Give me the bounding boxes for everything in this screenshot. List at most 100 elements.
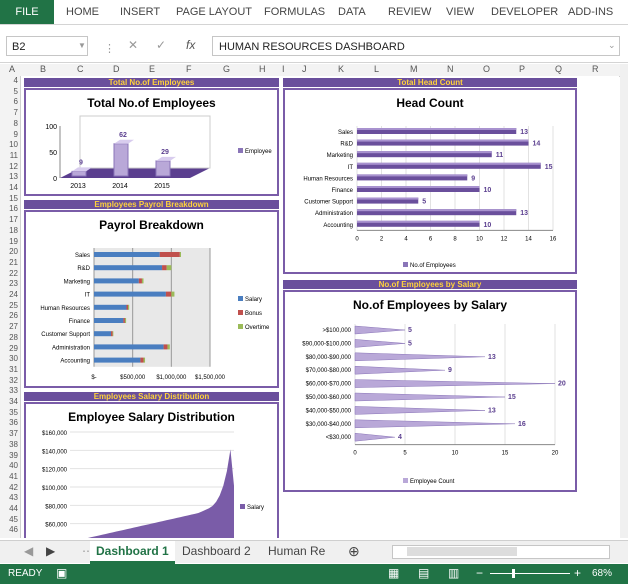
chart-salary-distribution[interactable]: Employee Salary Distribution $160,000 $14… <box>24 402 279 538</box>
zoom-out-icon[interactable]: − <box>476 566 483 580</box>
row-header[interactable]: 30 <box>0 354 18 363</box>
row-header[interactable]: 15 <box>0 194 18 203</box>
tab-home[interactable]: HOME <box>66 6 99 18</box>
tab-page-layout[interactable]: PAGE LAYOUT <box>176 6 252 18</box>
column-header[interactable]: E <box>149 64 155 74</box>
page-layout-view-icon[interactable]: ▤ <box>418 566 429 580</box>
row-header[interactable]: 13 <box>0 172 18 181</box>
column-header[interactable]: P <box>519 64 525 74</box>
sheet-tab-dashboard-1[interactable]: Dashboard 1 <box>90 541 175 564</box>
row-header[interactable]: 44 <box>0 504 18 513</box>
row-header[interactable]: 21 <box>0 258 18 267</box>
zoom-slider[interactable] <box>490 569 570 578</box>
column-header[interactable]: D <box>113 64 120 74</box>
row-header[interactable]: 19 <box>0 237 18 246</box>
column-header[interactable]: O <box>483 64 490 74</box>
formula-input[interactable]: HUMAN RESOURCES DASHBOARD <box>212 36 620 56</box>
horizontal-scroll-thumb[interactable] <box>407 547 517 556</box>
page-break-view-icon[interactable]: ▥ <box>448 566 459 580</box>
row-header[interactable]: 12 <box>0 162 18 171</box>
row-header[interactable]: 4 <box>0 76 18 85</box>
row-header[interactable]: 25 <box>0 301 18 310</box>
row-header[interactable]: 23 <box>0 279 18 288</box>
row-header[interactable]: 26 <box>0 311 18 320</box>
tab-review[interactable]: REVIEW <box>388 6 431 18</box>
row-header[interactable]: 8 <box>0 119 18 128</box>
row-header[interactable]: 46 <box>0 525 18 534</box>
column-header[interactable]: J <box>302 64 307 74</box>
expand-formula-bar-icon[interactable]: ⌄ <box>608 40 616 51</box>
column-header[interactable]: B <box>40 64 46 74</box>
row-header[interactable]: 42 <box>0 483 18 492</box>
zoom-in-icon[interactable]: + <box>574 566 581 580</box>
column-header[interactable]: M <box>410 64 418 74</box>
row-header[interactable]: 35 <box>0 408 18 417</box>
row-header[interactable]: 27 <box>0 322 18 331</box>
column-header[interactable]: L <box>374 64 379 74</box>
row-header[interactable]: 36 <box>0 418 18 427</box>
chart-payroll-breakdown[interactable]: Payrol Breakdown Sales R&D Marketing IT Huma… <box>24 210 279 388</box>
new-sheet-icon[interactable]: ⊕ <box>342 541 366 561</box>
name-box-dropdown-icon[interactable]: ▼ <box>78 41 86 50</box>
name-box[interactable]: B2 <box>6 36 88 56</box>
row-header[interactable]: 11 <box>0 151 18 160</box>
row-header[interactable]: 20 <box>0 247 18 256</box>
row-header[interactable]: 45 <box>0 515 18 524</box>
chart-employees-by-salary[interactable]: No.of Employees by Salary >$100,000 5 $90,… <box>283 290 577 492</box>
file-tab[interactable]: FILE <box>0 0 54 24</box>
tab-data[interactable]: DATA <box>338 6 366 18</box>
row-header[interactable]: 34 <box>0 397 18 406</box>
zoom-level[interactable]: 68% <box>592 568 612 579</box>
scroll-tabs-right-icon[interactable]: ▶ <box>40 541 61 561</box>
column-header[interactable]: C <box>77 64 84 74</box>
row-header[interactable]: 39 <box>0 451 18 460</box>
row-header[interactable]: 29 <box>0 344 18 353</box>
tab-developer[interactable]: DEVELOPER <box>491 6 558 18</box>
row-header[interactable]: 16 <box>0 204 18 213</box>
tab-insert[interactable]: INSERT <box>120 6 160 18</box>
row-header[interactable]: 37 <box>0 429 18 438</box>
row-header[interactable]: 6 <box>0 97 18 106</box>
zoom-slider-thumb[interactable] <box>512 569 515 578</box>
row-header[interactable]: 9 <box>0 130 18 139</box>
chart-total-employees[interactable]: Total No.of Employees 100 50 0 9 2013 62 2014 2… <box>24 88 279 196</box>
normal-view-icon[interactable]: ▦ <box>388 566 399 580</box>
row-header[interactable]: 5 <box>0 87 18 96</box>
column-header[interactable]: F <box>186 64 192 74</box>
worksheet-grid[interactable]: Total No.of Employees Total Head Count E… <box>21 76 619 538</box>
tab-add-ins[interactable]: ADD-INS <box>568 6 613 18</box>
tab-view[interactable]: VIEW <box>446 6 474 18</box>
row-header[interactable]: 14 <box>0 183 18 192</box>
scroll-tabs-left-icon[interactable]: ◀ <box>18 541 39 561</box>
column-header[interactable]: R <box>592 64 599 74</box>
row-header[interactable]: 7 <box>0 108 18 117</box>
row-header[interactable]: 18 <box>0 226 18 235</box>
row-header[interactable]: 28 <box>0 333 18 342</box>
column-header[interactable]: K <box>338 64 344 74</box>
column-header[interactable]: N <box>447 64 454 74</box>
sheet-tab-dashboard-2[interactable]: Dashboard 2 <box>176 541 257 561</box>
chart-head-count[interactable]: Head Count Sales 13 R&D 14 Marketing 11 IT 15 Hu… <box>283 88 577 274</box>
tab-formulas[interactable]: FORMULAS <box>264 6 325 18</box>
column-header[interactable]: G <box>223 64 230 74</box>
row-header[interactable]: 41 <box>0 472 18 481</box>
row-header[interactable]: 43 <box>0 493 18 502</box>
row-header[interactable]: 31 <box>0 365 18 374</box>
column-header[interactable]: H <box>259 64 266 74</box>
column-header[interactable]: I <box>282 64 285 74</box>
row-header[interactable]: 10 <box>0 140 18 149</box>
sheet-tab-human-resources[interactable]: Human Re <box>262 541 331 561</box>
row-header[interactable]: 38 <box>0 440 18 449</box>
cancel-icon[interactable]: ✕ <box>128 38 138 52</box>
row-header[interactable]: 32 <box>0 376 18 385</box>
horizontal-scrollbar[interactable] <box>392 545 610 559</box>
enter-icon[interactable]: ✓ <box>156 38 166 52</box>
row-header[interactable]: 22 <box>0 269 18 278</box>
vertical-scrollbar[interactable] <box>620 64 628 538</box>
macro-record-icon[interactable]: ▣ <box>56 566 67 580</box>
row-header[interactable]: 40 <box>0 461 18 470</box>
column-header[interactable]: A <box>9 64 15 74</box>
insert-function-icon[interactable]: fx <box>186 38 195 52</box>
column-header[interactable]: Q <box>555 64 562 74</box>
row-header[interactable]: 24 <box>0 290 18 299</box>
